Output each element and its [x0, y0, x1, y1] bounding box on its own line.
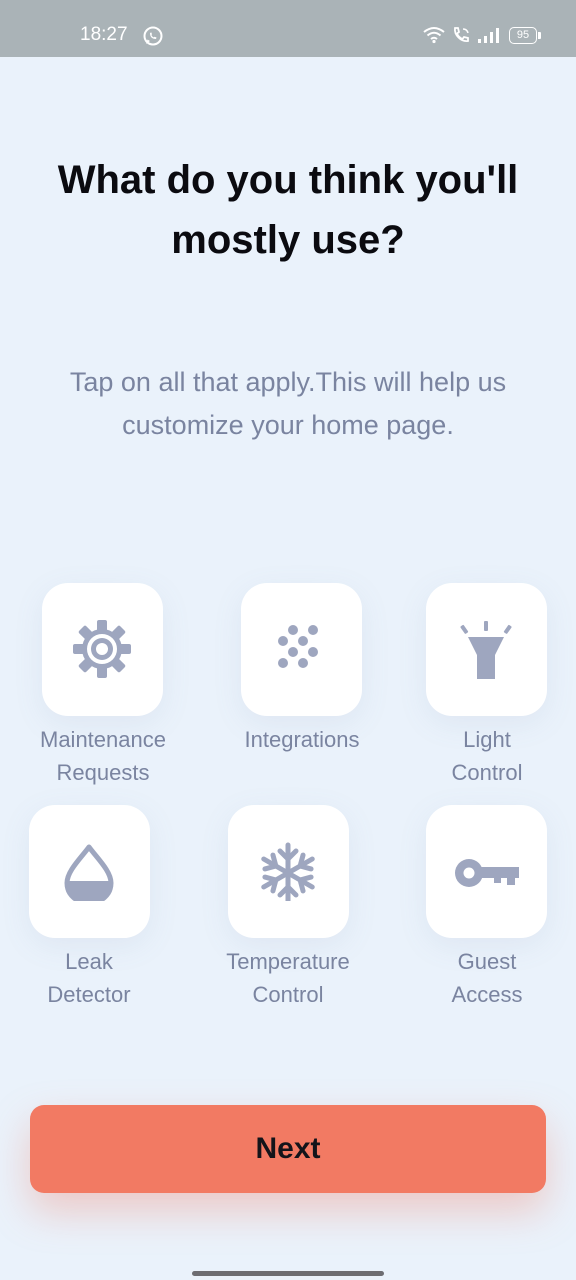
status-time: 18:27 [80, 24, 128, 45]
subtitle-line-2: customize your home page. [122, 410, 454, 440]
battery-indicator: 95 [509, 27, 537, 44]
page-title: What do you think you'll mostly use? [57, 158, 519, 262]
option-label-guest-access: Guest Access [402, 945, 572, 1011]
snowflake-icon [261, 842, 315, 901]
label-line-2: Control [451, 760, 523, 785]
option-guest-access[interactable] [426, 805, 547, 938]
wifi-icon [423, 27, 445, 44]
wifi-call-icon [454, 27, 469, 42]
flashlight-icon [460, 621, 512, 679]
option-label-light-control: Light Control [402, 723, 572, 789]
water-drop-icon [64, 844, 114, 901]
next-button[interactable]: Next [30, 1105, 546, 1193]
subtitle-line-1: Tap on all that apply.This will help us [69, 367, 507, 397]
option-label-maintenance-requests: Maintenance Requests [18, 723, 188, 789]
signal-icon [478, 28, 499, 43]
key-icon [455, 859, 519, 887]
whatsapp-icon [143, 26, 163, 46]
status-bar: 18:27 95 [0, 0, 576, 57]
option-integrations[interactable] [241, 583, 362, 716]
label-line-1: Guest [457, 949, 517, 974]
label-line-1: Light [463, 727, 511, 752]
dots-icon [278, 625, 318, 668]
label-line-1: Maintenance [40, 727, 166, 752]
label-line-1: Leak [65, 949, 113, 974]
label-line-2: Control [252, 982, 324, 1007]
option-label-leak-detector: Leak Detector [4, 945, 174, 1011]
home-indicator[interactable] [192, 1271, 384, 1276]
battery-tip [538, 32, 541, 39]
label-line-1: Temperature [226, 949, 350, 974]
option-light-control[interactable] [426, 583, 547, 716]
option-label-temperature-control: Temperature Control [203, 945, 373, 1011]
gear-icon [73, 620, 131, 678]
page-subtitle: Tap on all that apply.This will help us … [40, 361, 536, 447]
option-label-integrations: Integrations [217, 723, 387, 756]
option-temperature-control[interactable] [228, 805, 349, 938]
label-line-2: Detector [47, 982, 131, 1007]
option-maintenance-requests[interactable] [42, 583, 163, 716]
option-leak-detector[interactable] [29, 805, 150, 938]
label-line-1: Integrations [244, 727, 360, 752]
label-line-2: Access [451, 982, 523, 1007]
label-line-2: Requests [56, 760, 150, 785]
